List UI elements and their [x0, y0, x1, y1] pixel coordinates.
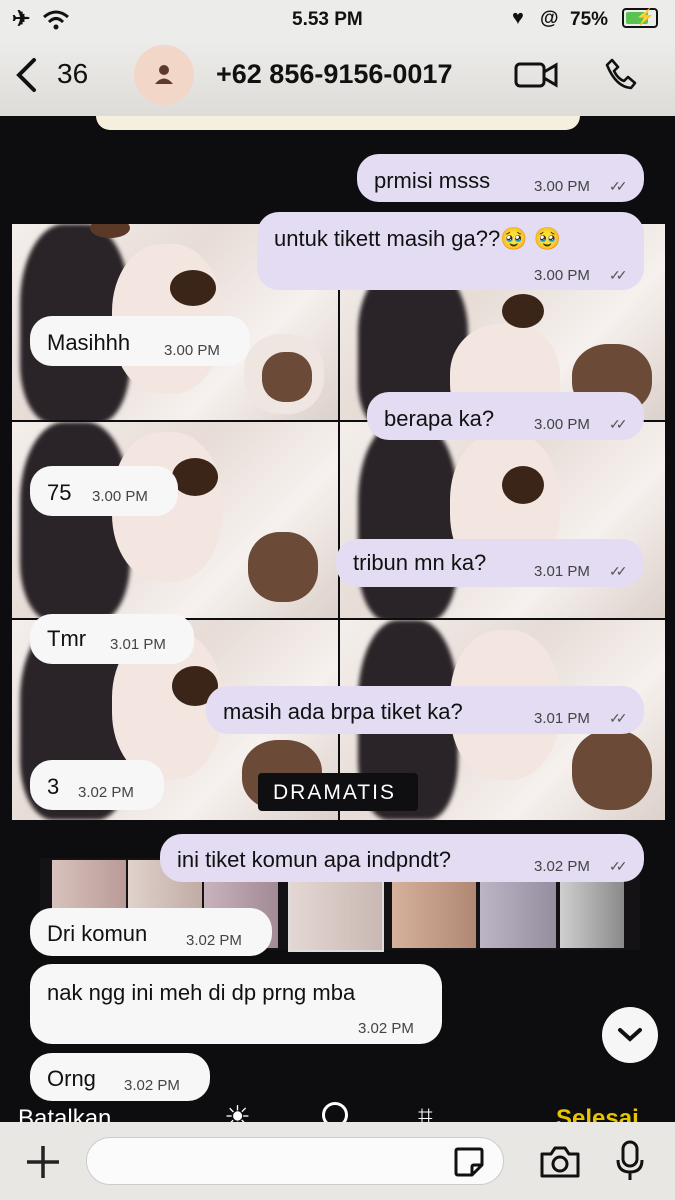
- filters-icon[interactable]: [322, 1102, 348, 1122]
- message-time: 3.00 PM: [534, 416, 590, 433]
- message-bubble-outgoing[interactable]: tribun mn ka? 3.01 PM ✓✓: [336, 539, 644, 587]
- message-bubble-incoming[interactable]: Masihhh 3.00 PM: [30, 316, 250, 366]
- back-count[interactable]: 36: [57, 58, 88, 90]
- message-bubble-incoming[interactable]: Orng 3.02 PM: [30, 1053, 210, 1101]
- message-text: Masihhh: [47, 330, 131, 355]
- message-text: Tmr: [47, 626, 87, 651]
- message-bubble-incoming[interactable]: Dri komun 3.02 PM: [30, 908, 272, 956]
- photo-tile: [340, 422, 665, 618]
- message-time: 3.02 PM: [186, 932, 242, 949]
- message-time: 3.01 PM: [110, 636, 166, 653]
- microphone-icon[interactable]: [614, 1140, 646, 1182]
- chevron-down-icon: [618, 1028, 642, 1042]
- contact-name[interactable]: +62 856-9156-0017: [216, 59, 452, 90]
- message-text: tribun mn ka?: [353, 550, 487, 575]
- filter-label-text: DRAMATIS: [273, 781, 396, 804]
- message-text: 3: [47, 774, 60, 799]
- message-text: berapa ka?: [384, 406, 495, 431]
- previous-bubble-edge: [96, 116, 580, 130]
- crop-icon[interactable]: ⌗: [418, 1100, 433, 1122]
- battery-icon: ⚡: [622, 8, 658, 28]
- plus-icon[interactable]: [24, 1143, 62, 1181]
- message-bubble-outgoing[interactable]: untuk tikett masih ga??🥹 🥹 3.00 PM ✓✓: [257, 212, 644, 290]
- message-time: 3.02 PM: [358, 1020, 414, 1037]
- battery-percent: 75%: [570, 9, 609, 30]
- status-bar: ✈ 5.53 PM ♥ @ 75% ⚡: [0, 0, 675, 40]
- person-icon: [155, 65, 173, 84]
- message-input[interactable]: [86, 1137, 504, 1185]
- message-bubble-outgoing[interactable]: prmisi msss 3.00 PM ✓✓: [357, 154, 644, 202]
- message-time: 3.00 PM: [164, 342, 220, 359]
- read-ticks-icon: ✓✓: [609, 858, 628, 874]
- message-text: masih ada brpa tiket ka?: [223, 699, 463, 724]
- clock: 5.53 PM: [292, 9, 363, 30]
- brightness-icon[interactable]: ☀: [224, 1100, 251, 1122]
- done-button[interactable]: Selesai: [556, 1105, 639, 1122]
- message-text: nak ngg ini meh di dp prng mba: [47, 980, 356, 1005]
- message-text: ini tiket komun apa indpndt?: [177, 847, 451, 872]
- message-time: 3.01 PM: [534, 710, 590, 727]
- airplane-icon: ✈: [12, 6, 31, 31]
- message-time: 3.00 PM: [534, 178, 590, 195]
- message-bubble-incoming[interactable]: Tmr 3.01 PM: [30, 614, 194, 664]
- message-text: untuk tikett masih ga??🥹 🥹: [274, 226, 562, 251]
- photo-tile: [12, 422, 338, 618]
- video-call-icon[interactable]: [514, 60, 558, 90]
- back-chevron-icon[interactable]: [14, 57, 40, 93]
- message-time: 3.00 PM: [92, 488, 148, 505]
- message-bubble-outgoing[interactable]: masih ada brpa tiket ka? 3.01 PM ✓✓: [206, 686, 644, 734]
- phone-call-icon[interactable]: [604, 57, 638, 91]
- scroll-down-button[interactable]: [602, 1007, 658, 1063]
- message-time: 3.02 PM: [124, 1077, 180, 1094]
- message-text: Orng: [47, 1066, 96, 1091]
- read-ticks-icon: ✓✓: [609, 267, 628, 283]
- read-ticks-icon: ✓✓: [609, 416, 628, 432]
- cancel-button[interactable]: Batalkan: [18, 1105, 111, 1122]
- read-ticks-icon: ✓✓: [609, 563, 628, 579]
- message-text: 75: [47, 480, 72, 505]
- message-time: 3.02 PM: [534, 858, 590, 875]
- camera-icon[interactable]: [538, 1144, 582, 1180]
- message-bubble-incoming[interactable]: 75 3.00 PM: [30, 466, 178, 516]
- message-time: 3.01 PM: [534, 563, 590, 580]
- message-text: Dri komun: [47, 921, 148, 946]
- sticker-icon[interactable]: [452, 1145, 486, 1179]
- message-bubble-outgoing[interactable]: berapa ka? 3.00 PM ✓✓: [367, 392, 644, 440]
- message-time: 3.02 PM: [78, 784, 134, 801]
- read-ticks-icon: ✓✓: [609, 710, 628, 726]
- editor-toolbar: Batalkan ☀ ⌗ Selesai: [0, 1100, 675, 1122]
- read-ticks-icon: ✓✓: [609, 178, 628, 194]
- orientation-lock-icon: @: [540, 8, 559, 29]
- message-bubble-outgoing[interactable]: ini tiket komun apa indpndt? 3.02 PM ✓✓: [160, 834, 644, 882]
- message-text: prmisi msss: [374, 168, 491, 193]
- message-bubble-incoming[interactable]: nak ngg ini meh di dp prng mba 3.02 PM: [30, 964, 442, 1044]
- avatar[interactable]: [134, 45, 194, 105]
- wifi-icon: [43, 10, 69, 30]
- message-time: 3.00 PM: [534, 267, 590, 284]
- heart-icon: ♥: [512, 7, 524, 29]
- message-bubble-incoming[interactable]: 3 3.02 PM: [30, 760, 164, 810]
